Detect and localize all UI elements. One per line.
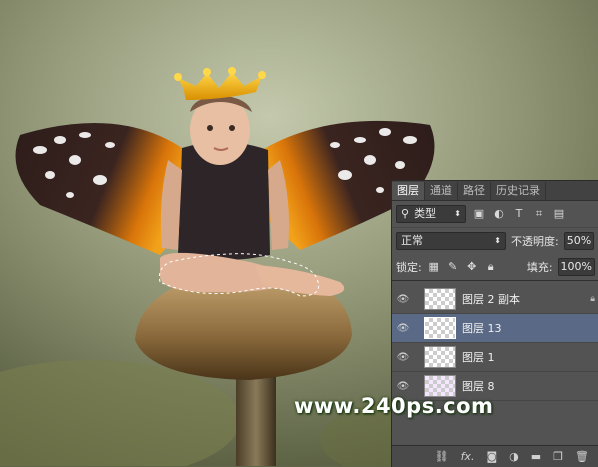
tab-paths[interactable]: 路径 [458,182,491,200]
type-filter-icon[interactable]: T [512,207,526,221]
mushroom-stem [236,370,276,466]
chevron-updown-icon: ⬍ [454,209,461,218]
filter-kind-select[interactable]: ⚲ 类型 ⬍ [396,205,466,223]
image-filter-icon[interactable]: ▣ [472,207,486,221]
filter-kind-label: 类型 [414,207,437,220]
tab-channels[interactable]: 通道 [425,182,458,200]
layer-row[interactable]: 👁︎ 图层 2 副本 🔒︎ [392,285,598,314]
opacity-input[interactable]: 50% [563,232,595,250]
smart-object-filter-icon[interactable]: ▤ [552,207,566,221]
layer-name: 图层 1 [462,351,495,364]
fx-icon[interactable]: fx. [461,450,475,463]
blend-mode-value: 正常 [401,234,423,247]
lock-all-icon[interactable]: 🔒︎ [484,260,498,274]
lock-row: 锁定: ▦ ✎ ✥ 🔒︎ 填充: 100% [392,254,598,281]
visibility-eye-icon[interactable]: 👁︎ [392,352,414,363]
visibility-eye-icon[interactable]: 👁︎ [392,323,414,334]
shape-filter-icon[interactable]: ⌗ [532,207,546,221]
lock-transparency-icon[interactable]: ▦ [427,260,441,274]
blend-mode-select[interactable]: 正常 ⬍ [396,232,506,250]
lock-icon: 🔒︎ [590,294,595,304]
blend-row: 正常 ⬍ 不透明度: 50% [392,228,598,254]
layer-name: 图层 8 [462,380,495,393]
layer-thumbnail [424,317,456,339]
adjustment-icon[interactable]: ◑ [509,450,519,463]
layer-row-selected[interactable]: 👁︎ 图层 13 [392,314,598,343]
opacity-label: 不透明度: [511,235,559,248]
chevron-updown-icon: ⬍ [494,236,501,245]
layers-panel: 图层 通道 路径 历史记录 ⚲ 类型 ⬍ ▣ ◐ T ⌗ ▤ 正常 ⬍ 不透明度… [391,180,598,467]
folder-icon[interactable]: ▬ [531,450,541,463]
tab-layers[interactable]: 图层 [392,182,425,200]
new-layer-icon[interactable]: ❐ [553,450,563,463]
layer-thumbnail [424,346,456,368]
filter-row: ⚲ 类型 ⬍ ▣ ◐ T ⌗ ▤ [392,201,598,228]
visibility-eye-icon[interactable]: 👁︎ [392,294,414,305]
fill-label: 填充: [526,261,553,274]
search-icon: ⚲ [401,207,410,220]
layer-thumbnail [424,288,456,310]
watermark: www.240ps.com [294,394,494,418]
panel-bottom-toolbar: ⛓ fx. ◙ ◑ ▬ ❐ 🗑︎ [392,445,598,467]
mask-icon[interactable]: ◙ [486,450,497,463]
lock-position-icon[interactable]: ✥ [465,260,479,274]
layer-row[interactable]: 👁︎ 图层 1 [392,343,598,372]
panel-tabs: 图层 通道 路径 历史记录 [392,181,598,201]
fill-input[interactable]: 100% [557,258,595,276]
lock-label: 锁定: [396,261,422,274]
layer-name: 图层 2 副本 [462,293,520,306]
link-icon[interactable]: ⛓ [435,450,449,463]
adjustment-filter-icon[interactable]: ◐ [492,207,506,221]
visibility-eye-icon[interactable]: 👁︎ [392,381,414,392]
lock-pixels-icon[interactable]: ✎ [446,260,460,274]
layer-name: 图层 13 [462,322,502,335]
trash-icon[interactable]: 🗑︎ [575,450,589,463]
tab-history[interactable]: 历史记录 [491,182,546,200]
